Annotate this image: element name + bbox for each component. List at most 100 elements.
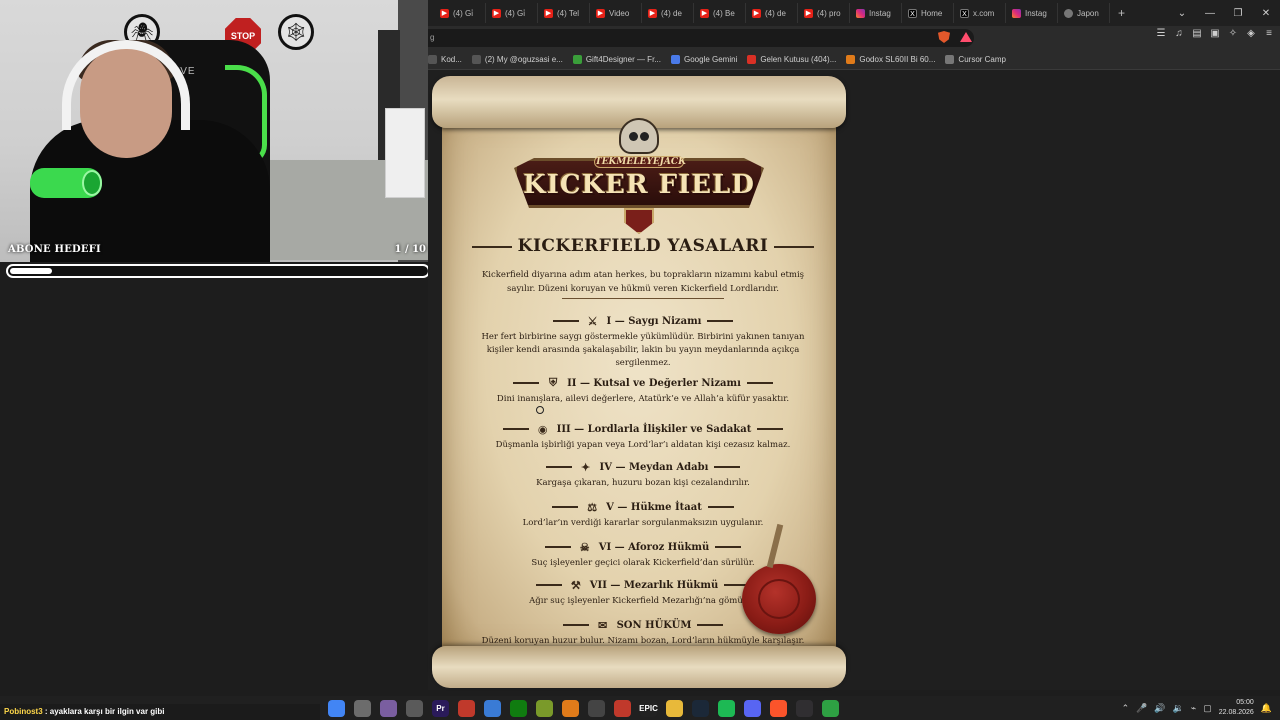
search-icon[interactable]	[484, 699, 501, 717]
law-heading-text: V — Hükme İtaat	[606, 501, 702, 513]
music-icon[interactable]: ♫	[1174, 29, 1184, 39]
discord-icon[interactable]	[744, 699, 761, 717]
vpn-icon[interactable]: ◈	[1246, 29, 1256, 39]
globe-icon	[1064, 8, 1073, 18]
notes-icon[interactable]	[354, 699, 371, 717]
browser-tab[interactable]: X Home	[902, 3, 954, 23]
bookmark-item[interactable]: Kod...	[428, 55, 472, 64]
minimize-icon[interactable]: —	[1196, 8, 1224, 19]
browser-tab[interactable]: Instag	[850, 3, 902, 23]
browser-tab[interactable]: ▶ (4) Be	[694, 3, 746, 23]
notification-icon[interactable]: 🔔	[1261, 703, 1272, 714]
browser-tab[interactable]: ▶ (4) Gi̇	[434, 3, 486, 23]
keyboard-icon[interactable]	[406, 699, 423, 717]
network-icon[interactable]: ▢	[1203, 703, 1212, 714]
app-icon[interactable]	[380, 699, 397, 717]
spotify-icon[interactable]	[718, 699, 735, 717]
law-text: Lord’lar’ın verdiği kararlar sorgulanmak…	[522, 518, 764, 528]
instagram-icon	[1012, 8, 1021, 18]
browser-tab[interactable]: ▶ (4) de	[746, 3, 798, 23]
bookmark-favicon-icon	[471, 55, 481, 64]
browser-tab[interactable]: Instag	[1006, 3, 1058, 23]
taskbar-apps: Pr EPIC	[328, 698, 839, 718]
law-text: Düzeni koruyan huzur bulur. Nizamı bozan…	[481, 636, 805, 646]
clapper-icon[interactable]	[588, 699, 605, 717]
new-tab-button[interactable]: +	[1110, 6, 1133, 20]
law-heading: ⚖ V — Hükme İtaat	[472, 500, 814, 514]
law-emblem-icon: ⛨	[548, 376, 558, 389]
law-heading: ✦ IV — Meydan Adabı	[472, 460, 814, 474]
law-section: ◉ III — Lordlarla İlişkiler ve Sadakat Düş…	[472, 422, 814, 452]
brave-icon[interactable]	[770, 699, 787, 717]
law-heading-text: III — Lordlarla İlişkiler ve Sadakat	[556, 423, 752, 435]
steam-icon[interactable]	[692, 699, 709, 717]
restore-icon[interactable]: ❐	[1224, 8, 1252, 19]
bookmark-item[interactable]: Google Gemini	[670, 55, 747, 64]
bookmark-item[interactable]: (2) My @oguzsasi e...	[471, 55, 573, 64]
screen: 🕷 STOP 🕸 DRIVE ABONE HEDEFI 1 / 10 ▶ (4) …	[0, 0, 1280, 720]
bookmark-item[interactable]: Gelen Kutusu (404)...	[747, 55, 846, 64]
law-text: Kargaşa çıkaran, huzuru bozan kişi cezal…	[536, 478, 750, 488]
law-emblem-icon: ⚖	[587, 500, 598, 514]
xbox-icon[interactable]	[510, 699, 527, 717]
app-red-icon[interactable]	[458, 699, 475, 717]
law-heading-text: II — Kutsal ve Değerler Nizamı	[567, 377, 741, 389]
volume-icon[interactable]: 🔉	[1173, 703, 1184, 714]
browser-tab[interactable]: ▶ (4) de	[642, 3, 694, 23]
window-controls: ⌄ — ❐ ✕	[1168, 0, 1280, 26]
page-viewport: TEKMELEYEJACK KICKER FIELD KICKERFIELD Y…	[428, 70, 1280, 690]
leo-icon[interactable]: ✧	[1228, 29, 1238, 39]
browser-tab[interactable]: ▶ (4) pro	[798, 3, 850, 23]
instagram-icon	[856, 8, 865, 18]
law-emblem-icon: ◉	[537, 422, 548, 436]
law-text: Her fert birbirine saygı göstermekle yük…	[481, 332, 805, 368]
bookmark-item[interactable]: Cursor Camp	[945, 55, 1016, 64]
close-icon[interactable]: ✕	[1252, 8, 1280, 19]
obs-icon[interactable]	[796, 699, 813, 717]
law-emblem-icon: ✦	[580, 460, 591, 474]
browser-tab[interactable]: Xx.com	[954, 3, 1006, 23]
green-app-icon[interactable]	[822, 699, 839, 717]
premiere-icon[interactable]: Pr	[432, 699, 449, 717]
tab-list-icon[interactable]: ⌄	[1168, 8, 1196, 19]
bookmark-favicon-icon	[945, 55, 955, 64]
chevron-up-icon[interactable]: ⌃	[1122, 703, 1130, 714]
youtube-icon: ▶	[492, 8, 501, 18]
law-emblem-icon: ⚒	[570, 578, 581, 592]
record-icon[interactable]	[614, 699, 631, 717]
extensions-icon[interactable]: ☰	[1156, 29, 1166, 39]
skull-icon	[619, 118, 659, 154]
menu-icon[interactable]: ≡	[1264, 29, 1274, 39]
goal-count: 1 / 10	[394, 244, 427, 255]
mic-tray-icon[interactable]: 🎤	[1136, 703, 1147, 714]
tab-label: (4) Gi̇	[453, 8, 473, 18]
wallet-icon[interactable]: ▣	[1210, 29, 1220, 39]
youtube-icon: ▶	[440, 8, 449, 18]
browser-tab[interactable]: Japon	[1058, 3, 1110, 23]
logo-title: KICKER FIELD	[523, 170, 755, 200]
bookmark-item[interactable]: Godox SL60II Bi 60...	[846, 55, 945, 64]
speaker-icon[interactable]: 🔊	[1154, 703, 1165, 714]
url-field[interactable]: g	[428, 29, 974, 47]
chrome-icon[interactable]	[328, 699, 345, 717]
chat-username: Pobinost3	[4, 707, 43, 716]
youtube-icon: ▶	[804, 8, 813, 18]
folder-icon[interactable]	[666, 699, 683, 717]
browser-window: ▶ (4) Gi̇ ▶ (4) Gi̇ ▶ (4) Tel ▶ Video ▶ (4) de ▶ (4…	[428, 0, 1280, 690]
epic-icon[interactable]: EPIC	[639, 699, 658, 717]
wifi-icon[interactable]: ⌁	[1191, 703, 1196, 714]
brave-rewards-icon[interactable]	[960, 32, 972, 42]
bookmark-favicon-icon	[572, 55, 582, 64]
clock[interactable]: 05:00 22.08.2026	[1219, 698, 1254, 718]
goal-progress-bar	[6, 264, 430, 278]
browser-tab[interactable]: ▶ (4) Gi̇	[486, 3, 538, 23]
bookmark-item[interactable]: Gift4Designer — Fr...	[572, 55, 671, 64]
reading-list-icon[interactable]: ▤	[1192, 29, 1202, 39]
ball-icon[interactable]	[536, 699, 553, 717]
wax-seal-icon	[742, 523, 816, 634]
browser-tab[interactable]: ▶ Video	[590, 3, 642, 23]
cloud-icon[interactable]	[562, 699, 579, 717]
browser-tab[interactable]: ▶ (4) Tel	[538, 3, 590, 23]
law-emblem-icon: ☠	[579, 540, 590, 554]
law-heading-text: SON HÜKÜM	[616, 619, 692, 631]
